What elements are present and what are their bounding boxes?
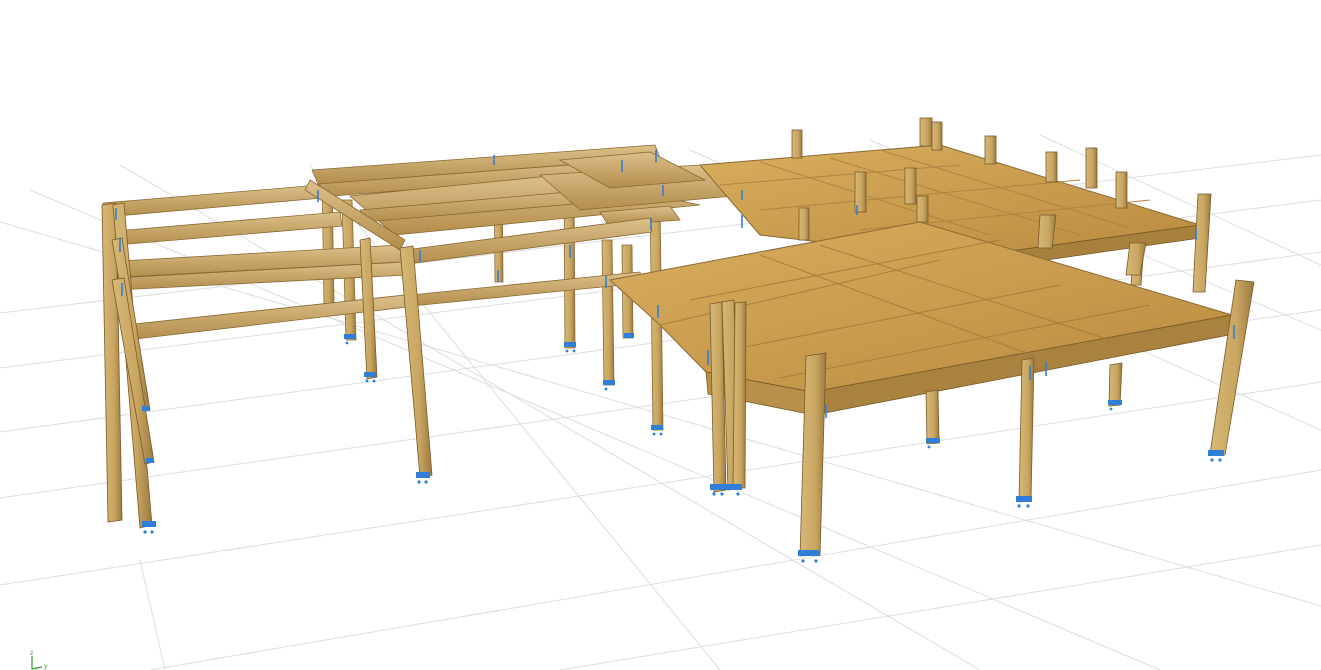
beam bbox=[311, 144, 747, 236]
timber-deck-front[interactable] bbox=[608, 214, 1255, 557]
support-icon[interactable] bbox=[416, 472, 430, 484]
support-icon[interactable] bbox=[1208, 450, 1224, 462]
axis-triad: z y bbox=[30, 650, 48, 670]
z-axis-label: z bbox=[30, 650, 33, 657]
timber-frame-left[interactable] bbox=[101, 144, 747, 529]
support-icon[interactable] bbox=[1016, 496, 1032, 508]
support-icon[interactable] bbox=[624, 333, 634, 338]
y-axis-label: y bbox=[44, 663, 48, 670]
support-icon[interactable] bbox=[710, 484, 742, 496]
3d-model-viewport[interactable] bbox=[0, 0, 1321, 670]
support-icon[interactable] bbox=[142, 406, 150, 411]
support-icon[interactable] bbox=[146, 458, 154, 463]
